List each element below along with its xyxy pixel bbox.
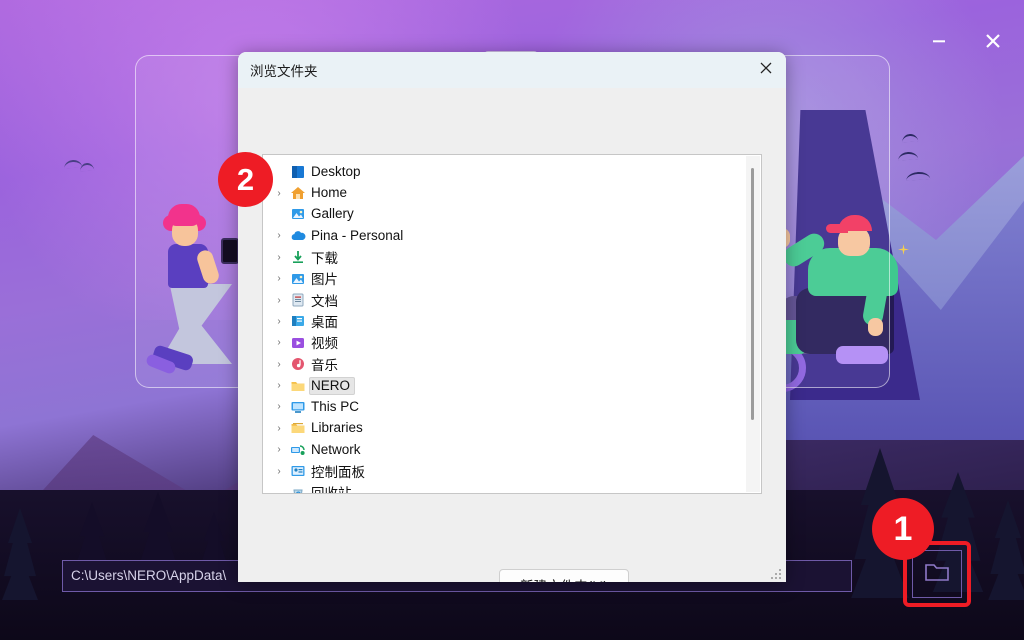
dialog-titlebar: 浏览文件夹: [238, 52, 786, 88]
tree-item-label: This PC: [311, 398, 360, 414]
control-panel-icon: [287, 463, 309, 479]
tree-item-libraries[interactable]: › Libraries: [267, 418, 761, 439]
window-controls: [920, 24, 1012, 58]
onedrive-icon: [287, 228, 309, 244]
tree-item-pina-personal[interactable]: › Pina - Personal: [267, 225, 761, 246]
gallery-icon: [287, 206, 309, 222]
tree-item-label: 控制面板: [311, 464, 365, 480]
tree-item-label: NERO: [309, 376, 356, 395]
libraries-icon: [287, 420, 309, 436]
chevron-right-icon[interactable]: ›: [271, 401, 287, 412]
close-icon: [983, 31, 1003, 51]
annotation-badge-1: 1: [872, 498, 934, 560]
chevron-right-icon[interactable]: ›: [271, 380, 287, 391]
tree-item-label: 视频: [311, 336, 338, 352]
minimize-button[interactable]: [920, 24, 958, 58]
tree-item-label: 下载: [311, 250, 338, 266]
browse-folder-dialog: 浏览文件夹 Desktop › Home Gallery › Pina - Persona…: [238, 52, 786, 582]
minimize-icon: [931, 33, 947, 49]
tree-item-nero[interactable]: › NERO: [267, 375, 761, 396]
tree-item-label: 桌面: [311, 314, 338, 330]
folder-icon: [287, 378, 309, 394]
desktop-icon: [287, 164, 309, 180]
dialog-close-button[interactable]: [746, 52, 786, 88]
resize-grip[interactable]: [770, 567, 782, 579]
tree-item-[interactable]: › 音乐: [267, 354, 761, 375]
chevron-right-icon[interactable]: ›: [271, 230, 287, 241]
smartphone-icon: [221, 238, 239, 264]
close-button[interactable]: [974, 24, 1012, 58]
videos-icon: [287, 335, 309, 351]
tree-scrollbar-thumb[interactable]: [751, 168, 754, 420]
network-icon: [287, 442, 309, 458]
new-folder-button[interactable]: 新建文件夹(M): [499, 569, 629, 582]
chevron-right-icon[interactable]: ›: [271, 466, 287, 477]
tree-item-desktop[interactable]: Desktop: [267, 161, 761, 182]
tree-item-[interactable]: › 下载: [267, 247, 761, 268]
new-folder-label: 新建文件夹(M): [520, 575, 608, 582]
browse-folder-button[interactable]: [912, 550, 962, 598]
folder-tree-list: Desktop › Home Gallery › Pina - Personal › 下载 › 图…: [263, 155, 761, 494]
tree-item-label: 回收站: [311, 486, 352, 494]
music-icon: [287, 356, 309, 372]
tree-item-[interactable]: › 图片: [267, 268, 761, 289]
folder-icon: [924, 561, 950, 588]
this-pc-icon: [287, 399, 309, 415]
tree-item-label: Libraries: [311, 420, 363, 436]
tree-item-[interactable]: › 控制面板: [267, 460, 761, 481]
folder-tree-panel[interactable]: Desktop › Home Gallery › Pina - Personal › 下载 › 图…: [262, 154, 762, 494]
tree-item-[interactable]: 回收站: [267, 482, 761, 494]
tree-item-label: 图片: [311, 272, 338, 288]
chevron-right-icon[interactable]: ›: [271, 337, 287, 348]
close-icon: [758, 60, 774, 81]
chevron-right-icon[interactable]: ›: [271, 273, 287, 284]
chevron-right-icon[interactable]: ›: [271, 444, 287, 455]
person-hair: [168, 204, 200, 226]
documents-icon: [287, 292, 309, 308]
tree-item-label: Gallery: [311, 206, 354, 222]
desktop-folder-icon: [287, 313, 309, 329]
chevron-right-icon[interactable]: ›: [271, 316, 287, 327]
downloads-icon: [287, 249, 309, 265]
pictures-icon: [287, 271, 309, 287]
chevron-right-icon[interactable]: ›: [271, 188, 287, 199]
chevron-right-icon[interactable]: ›: [271, 252, 287, 263]
tree-item-this-pc[interactable]: › This PC: [267, 396, 761, 417]
tree-item-[interactable]: › 桌面: [267, 311, 761, 332]
recycle-bin-icon: [287, 485, 309, 493]
tree-item-label: Network: [311, 441, 361, 457]
tree-item-gallery[interactable]: Gallery: [267, 204, 761, 225]
tree-item-home[interactable]: › Home: [267, 182, 761, 203]
annotation-badge-2: 2: [218, 152, 273, 207]
chevron-right-icon[interactable]: ›: [271, 295, 287, 306]
tree-vertical-scrollbar[interactable]: [746, 156, 760, 492]
tree-item-label: 文档: [311, 293, 338, 309]
home-icon: [287, 185, 309, 201]
dialog-title: 浏览文件夹: [250, 64, 318, 79]
tree-item-label: Pina - Personal: [311, 227, 404, 243]
tree-item-label: 音乐: [311, 357, 338, 373]
tree-item-[interactable]: › 视频: [267, 332, 761, 353]
chevron-right-icon[interactable]: ›: [271, 423, 287, 434]
tree-item-network[interactable]: › Network: [267, 439, 761, 460]
dialog-body: Desktop › Home Gallery › Pina - Personal › 下载 › 图…: [238, 88, 786, 582]
chevron-right-icon[interactable]: ›: [271, 359, 287, 370]
tree-item-label: Home: [311, 185, 348, 201]
tree-item-label: Desktop: [311, 163, 361, 179]
tree-item-[interactable]: › 文档: [267, 289, 761, 310]
